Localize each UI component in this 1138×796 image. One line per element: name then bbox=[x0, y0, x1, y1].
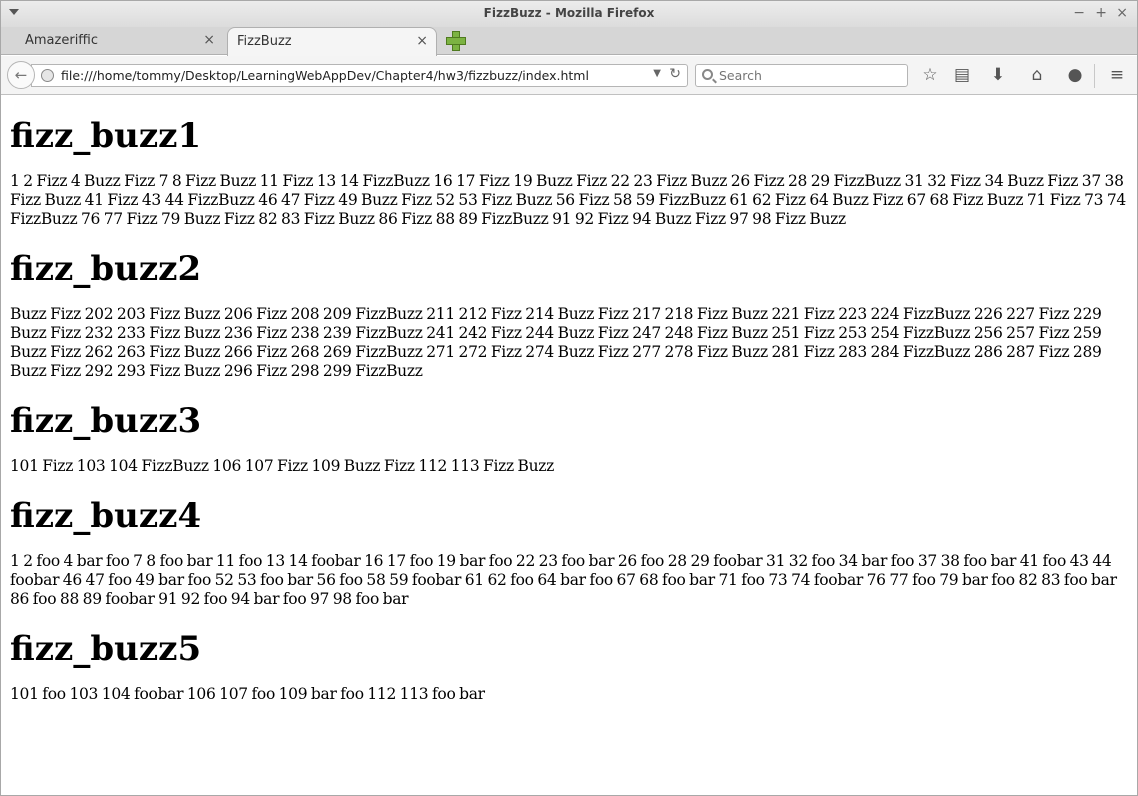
search-icon bbox=[702, 69, 713, 80]
window-title: FizzBuzz - Mozilla Firefox bbox=[483, 6, 655, 20]
navigation-toolbar: file:///home/tommy/Desktop/LearningWebAp… bbox=[1, 56, 1137, 95]
chat-icon[interactable]: ● bbox=[1064, 65, 1086, 87]
section-output: 101 Fizz 103 104 FizzBuzz 106 107 Fizz 1… bbox=[10, 457, 554, 475]
section-heading: fizz_buzz4 bbox=[10, 496, 202, 536]
close-tab-icon[interactable]: × bbox=[203, 27, 215, 54]
reload-icon[interactable]: ↻ bbox=[669, 66, 681, 82]
url-dropdown-icon[interactable]: ▼ bbox=[653, 68, 661, 79]
tab-label: FizzBuzz bbox=[237, 34, 292, 49]
minimize-icon[interactable]: − bbox=[1073, 4, 1085, 22]
bookmark-star-icon[interactable]: ☆ bbox=[919, 65, 941, 87]
close-window-icon[interactable]: × bbox=[1116, 4, 1128, 22]
toolbar-separator bbox=[1094, 64, 1095, 88]
home-icon[interactable]: ⌂ bbox=[1026, 65, 1048, 87]
section-output: 1 2 foo 4 bar foo 7 8 foo bar 11 foo 13 … bbox=[10, 552, 1117, 608]
browser-window: FizzBuzz - Mozilla Firefox − + × Amazeri… bbox=[0, 0, 1138, 796]
page-content: fizz_buzz1 1 2 Fizz 4 Buzz Fizz 7 8 Fizz… bbox=[1, 96, 1137, 795]
section-output: 1 2 Fizz 4 Buzz Fizz 7 8 Fizz Buzz 11 Fi… bbox=[10, 172, 1126, 228]
section-heading: fizz_buzz3 bbox=[10, 401, 202, 441]
close-tab-icon[interactable]: × bbox=[416, 28, 428, 55]
title-bar: FizzBuzz - Mozilla Firefox − + × bbox=[1, 1, 1137, 27]
tab-amazeriffic[interactable]: Amazeriffic × bbox=[9, 27, 223, 55]
search-input[interactable] bbox=[719, 68, 899, 83]
section-heading: fizz_buzz5 bbox=[10, 629, 202, 669]
back-button[interactable]: ← bbox=[7, 61, 35, 89]
maximize-icon[interactable]: + bbox=[1095, 4, 1107, 22]
new-tab-icon[interactable] bbox=[446, 31, 466, 51]
section-output: Buzz Fizz 202 203 Fizz Buzz 206 Fizz 208… bbox=[10, 305, 1102, 380]
section-heading: fizz_buzz2 bbox=[10, 249, 202, 289]
download-icon[interactable]: ⬇ bbox=[987, 65, 1009, 87]
url-bar[interactable]: file:///home/tommy/Desktop/LearningWebAp… bbox=[31, 64, 688, 87]
url-text[interactable]: file:///home/tommy/Desktop/LearningWebAp… bbox=[61, 68, 589, 83]
back-arrow-icon: ← bbox=[14, 66, 28, 84]
tab-label: Amazeriffic bbox=[25, 33, 99, 48]
search-bar[interactable] bbox=[695, 64, 908, 87]
tab-fizzbuzz[interactable]: FizzBuzz × bbox=[227, 27, 437, 56]
globe-icon bbox=[41, 69, 54, 82]
reading-list-icon[interactable]: ▤ bbox=[951, 65, 973, 87]
section-heading: fizz_buzz1 bbox=[10, 116, 202, 156]
hamburger-menu-icon[interactable]: ≡ bbox=[1106, 65, 1128, 87]
tab-strip: Amazeriffic × FizzBuzz × bbox=[1, 27, 1137, 56]
section-output: 101 foo 103 104 foobar 106 107 foo 109 b… bbox=[10, 685, 485, 703]
